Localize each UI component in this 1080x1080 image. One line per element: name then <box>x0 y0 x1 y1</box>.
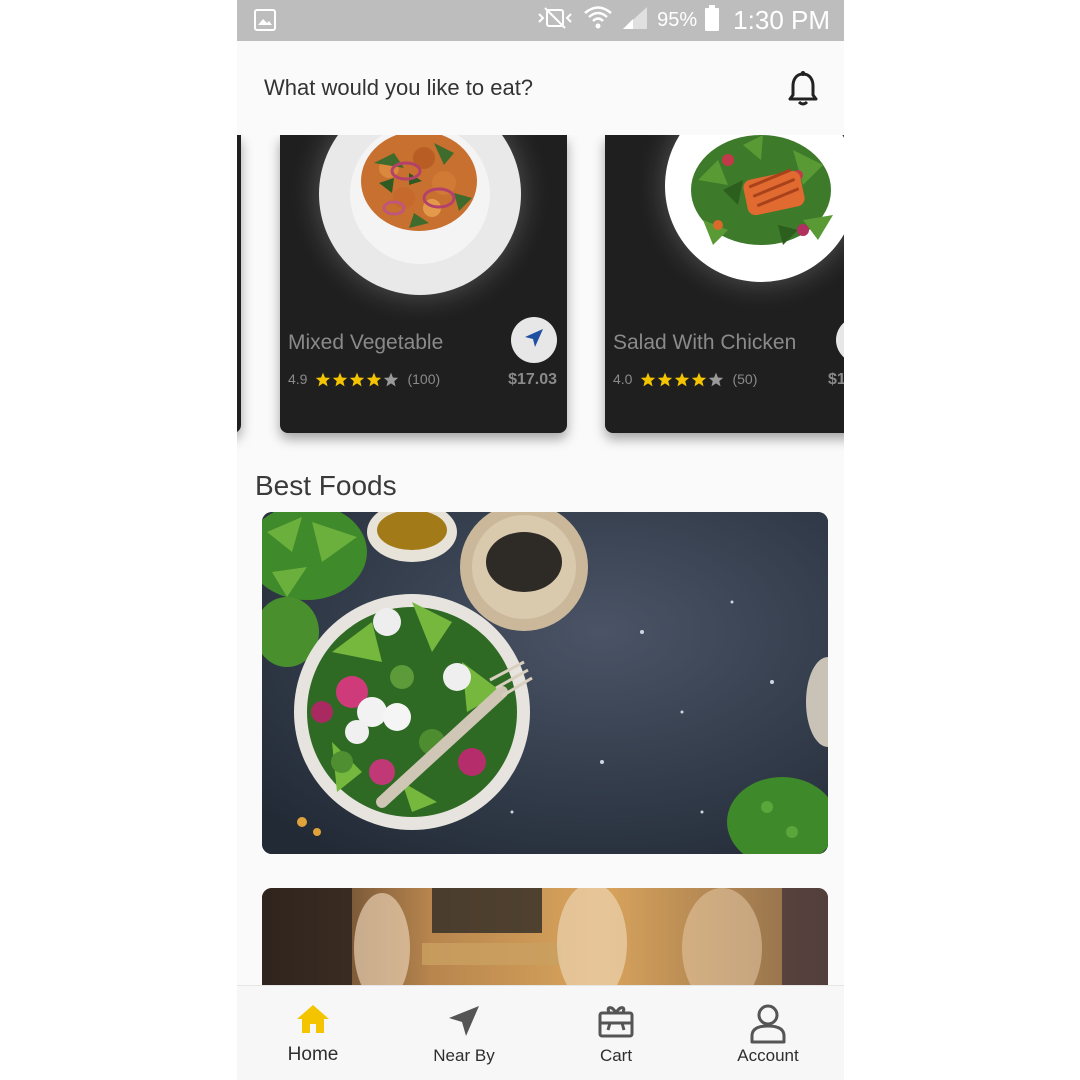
page-title: What would you like to eat? <box>264 75 534 100</box>
food-name: Mixed Vegetable <box>288 331 444 354</box>
nav-item-cart[interactable]: Cart <box>551 986 681 1080</box>
food-card[interactable]: Salad With Chicken 4.0 (50) $1 <box>605 135 844 433</box>
nav-item-near-by[interactable]: Near By <box>399 986 529 1080</box>
nav-item-home[interactable]: Home <box>248 986 378 1080</box>
star-empty-icon <box>709 372 724 386</box>
battery-percent: 95% <box>657 9 698 31</box>
battery-icon <box>705 5 720 36</box>
clock: 1:30 PM <box>733 5 830 35</box>
app-header: What would you like to eat? <box>237 41 844 135</box>
star-icon <box>641 372 656 386</box>
star-icon <box>658 372 673 386</box>
vibrate-off-icon <box>535 6 575 35</box>
account-icon <box>703 1004 833 1044</box>
food-card[interactable]: Mixed Vegetable 4.9 (100) $17.03 <box>280 135 567 433</box>
food-price: $17.03 <box>508 371 557 388</box>
food-price: $1 <box>828 371 844 388</box>
cart-gift-icon <box>551 1004 681 1038</box>
review-count: (100) <box>407 371 441 387</box>
rating-value: 4.0 <box>613 371 633 387</box>
nav-item-account[interactable]: Account <box>703 986 833 1080</box>
navigate-button[interactable] <box>836 317 844 363</box>
bell-icon[interactable] <box>787 71 819 112</box>
section-title: Best Foods <box>255 470 397 501</box>
review-count: (50) <box>732 371 758 387</box>
status-bar: 95% 1:30 PM <box>237 0 844 41</box>
star-icon <box>350 372 365 386</box>
rating-row: 4.9 (100) <box>288 371 440 387</box>
rating-row: 4.0 (50) <box>613 371 757 387</box>
star-icon <box>316 372 331 386</box>
phone-screen: 95% 1:30 PM What would you like to eat? <box>237 0 844 1080</box>
nav-label-near-by: Near By <box>433 1046 495 1065</box>
star-icon <box>692 372 707 386</box>
food-card-partial[interactable] <box>237 135 241 433</box>
nav-label-cart: Cart <box>599 1046 633 1065</box>
nav-label-home: Home <box>287 1044 339 1065</box>
star-rating <box>640 372 724 387</box>
navigation-icon <box>523 327 545 354</box>
navigate-button[interactable] <box>511 317 557 363</box>
food-name: Salad With Chicken <box>613 331 797 354</box>
star-empty-icon <box>384 372 399 386</box>
nav-label-account: Account <box>737 1046 799 1065</box>
restaurant-image[interactable] <box>262 888 828 998</box>
food-image <box>665 135 844 282</box>
star-rating <box>315 372 399 387</box>
navigation-icon <box>399 1004 529 1038</box>
best-food-image[interactable] <box>262 512 828 854</box>
home-icon <box>248 1004 378 1034</box>
wifi-icon <box>583 4 613 37</box>
image-icon <box>253 8 277 37</box>
food-image <box>319 135 521 295</box>
signal-icon <box>621 5 649 36</box>
star-icon <box>367 372 382 386</box>
food-carousel[interactable]: Mixed Vegetable 4.9 (100) $17.03 Salad W… <box>237 135 844 455</box>
bottom-navigation: Home Near By Cart Account <box>237 985 844 1080</box>
rating-value: 4.9 <box>288 371 308 387</box>
star-icon <box>333 372 348 386</box>
star-icon <box>675 372 690 386</box>
